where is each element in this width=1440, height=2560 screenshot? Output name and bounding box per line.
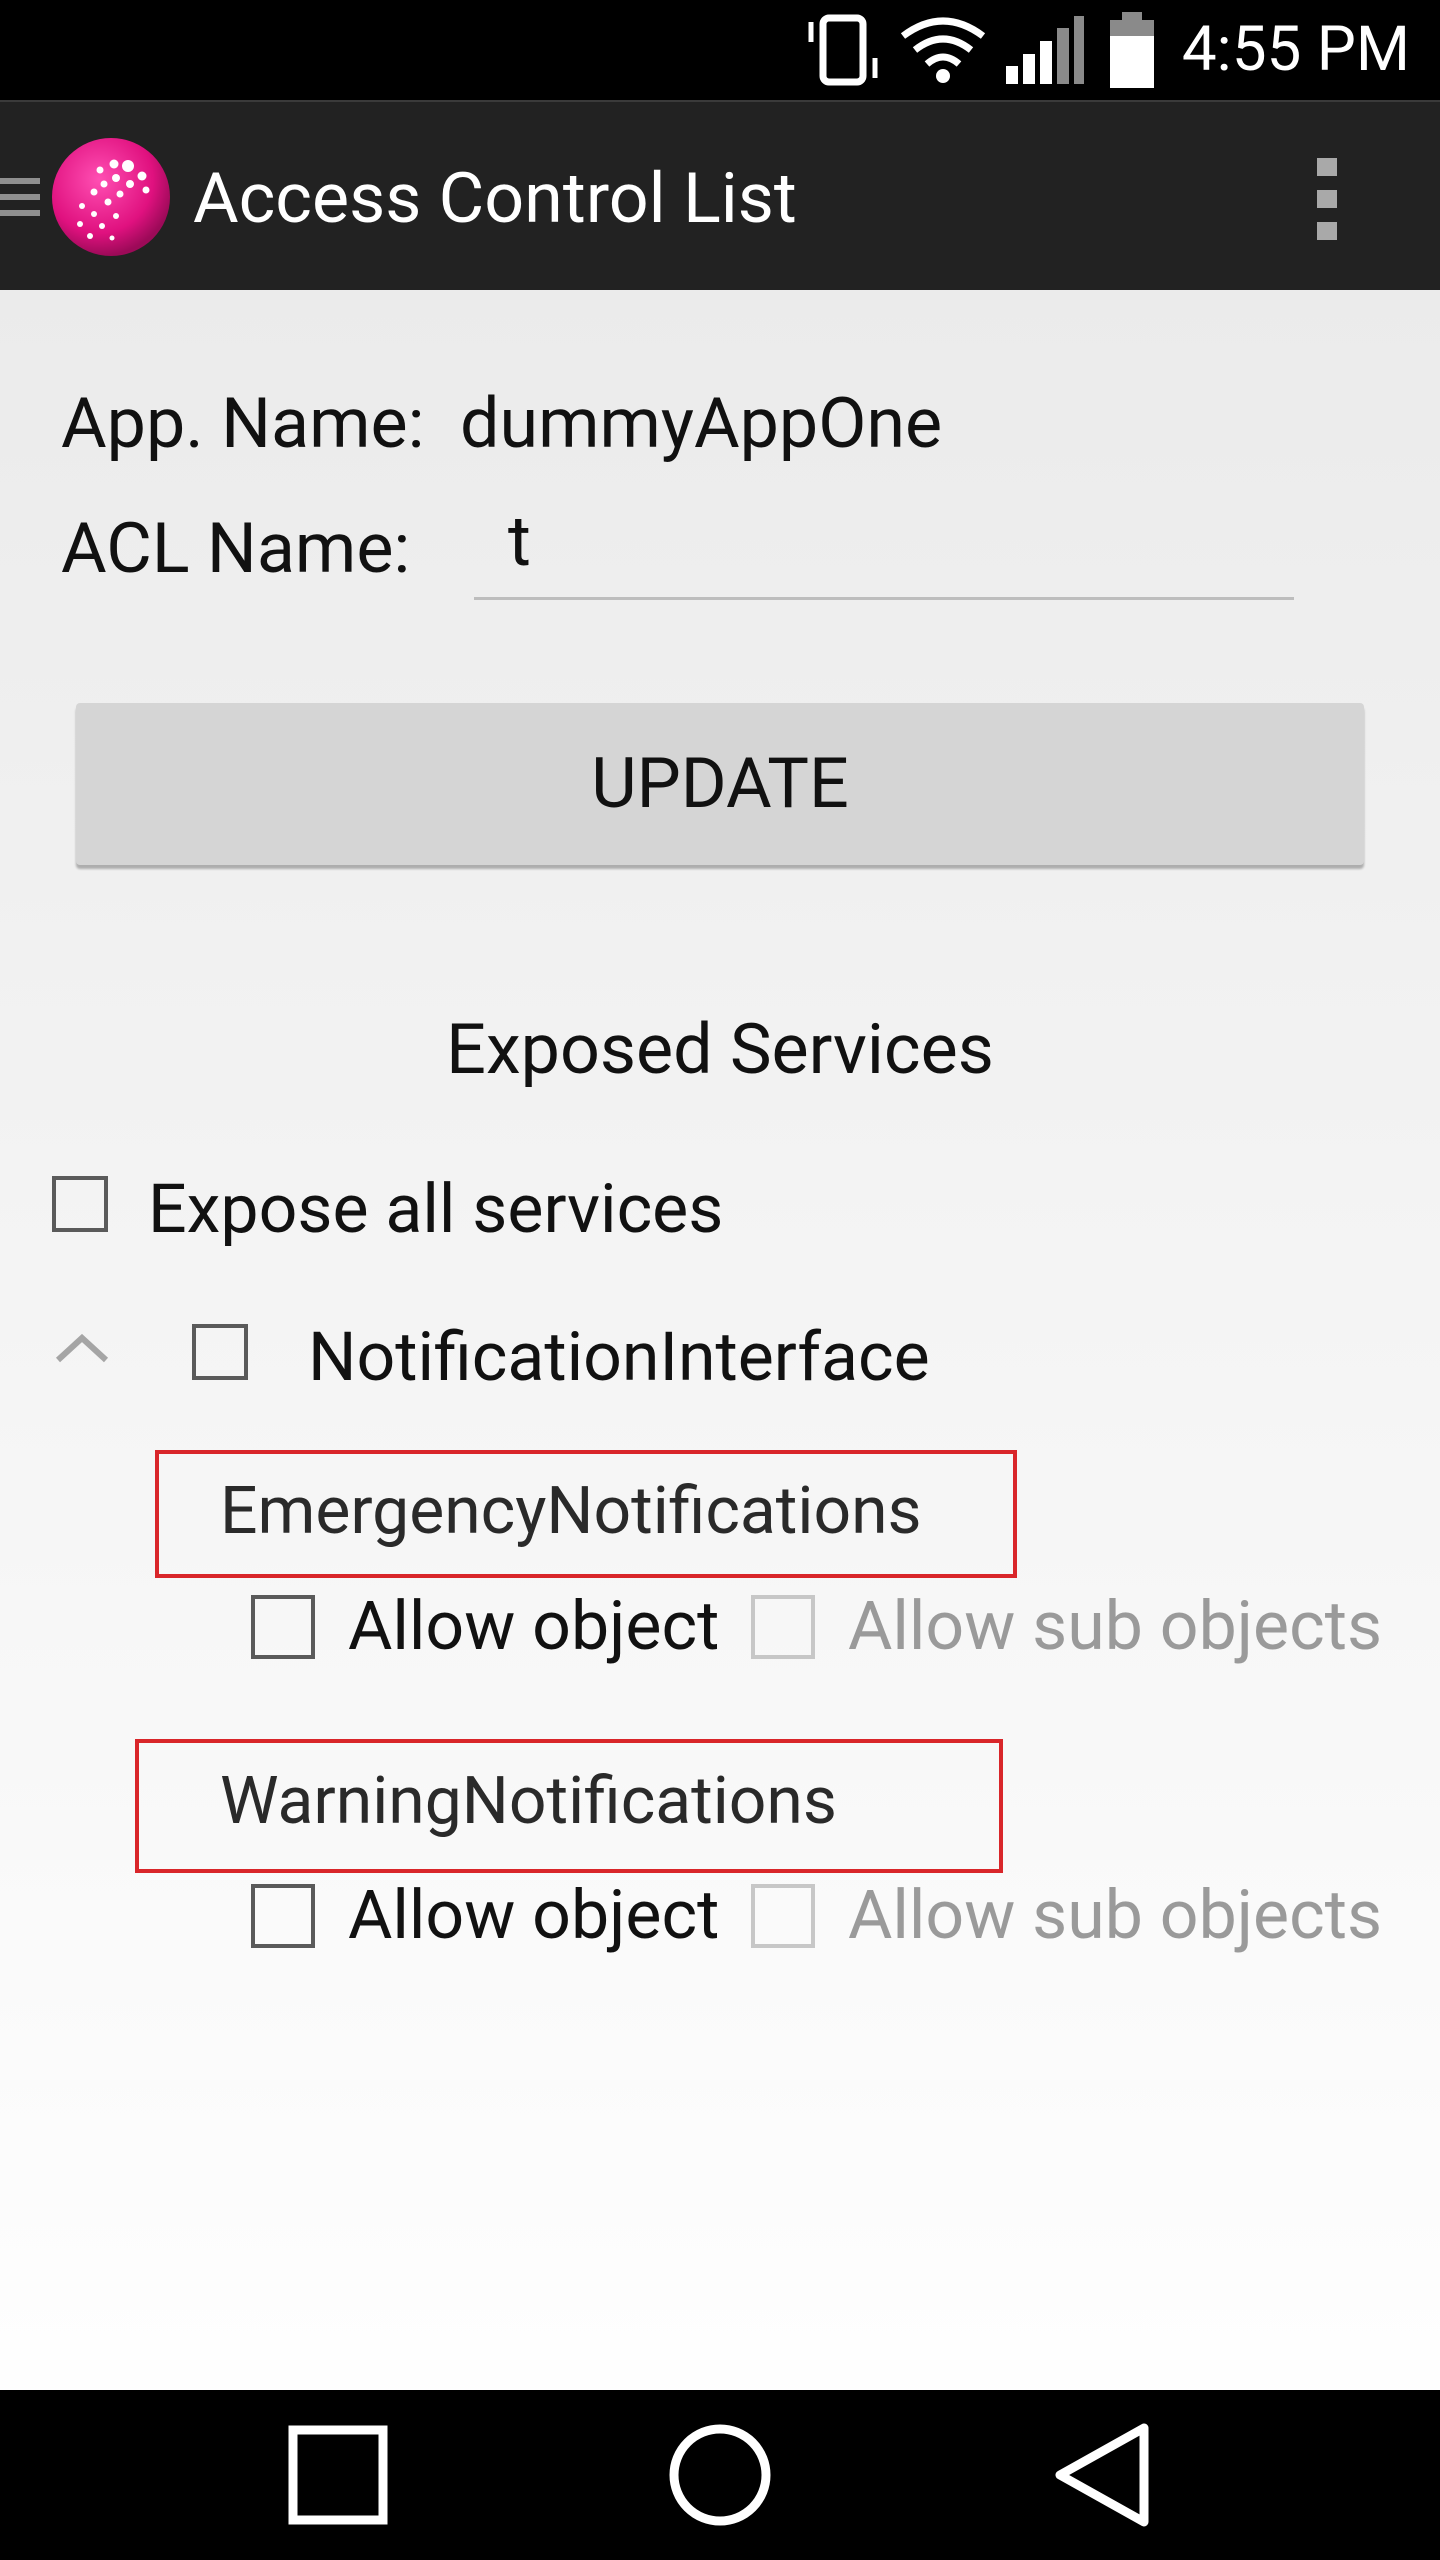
screen-title: Access Control List — [193, 158, 797, 240]
expose-all-checkbox[interactable] — [52, 1176, 108, 1232]
signal-icon — [1006, 16, 1084, 84]
navigation-bar — [0, 2390, 1440, 2560]
expose-all-label: Expose all services — [148, 1169, 724, 1249]
vibrate-icon — [808, 14, 878, 86]
allow-object-label: Allow object — [348, 1586, 720, 1666]
action-bar: Access Control List — [0, 100, 1440, 290]
exposed-services-title: Exposed Services — [446, 1009, 994, 1091]
acl-name-field[interactable]: t — [474, 490, 1294, 600]
acl-name-value: t — [508, 501, 531, 583]
chevron-up-icon[interactable] — [52, 1328, 112, 1368]
overflow-menu-icon[interactable] — [1312, 154, 1342, 244]
app-name-label: App. Name: — [61, 383, 425, 465]
interface-name: NotificationInterface — [308, 1317, 930, 1397]
battery-icon — [1110, 12, 1154, 88]
interface-checkbox[interactable] — [192, 1324, 248, 1380]
menu-icon[interactable] — [0, 174, 42, 220]
object-name-warning: WarningNotifications — [220, 1763, 837, 1840]
back-icon[interactable] — [1012, 2390, 1192, 2560]
allow-sub-objects-label: Allow sub objects — [848, 1875, 1383, 1955]
home-icon[interactable] — [630, 2390, 810, 2560]
allow-sub-objects-checkbox[interactable] — [751, 1884, 815, 1948]
acl-name-label: ACL Name: — [61, 508, 411, 590]
allow-object-label: Allow object — [348, 1875, 720, 1955]
allow-object-checkbox[interactable] — [251, 1884, 315, 1948]
allow-sub-objects-label: Allow sub objects — [848, 1586, 1383, 1666]
allow-object-checkbox[interactable] — [251, 1595, 315, 1659]
object-name-emergency: EmergencyNotifications — [220, 1473, 922, 1550]
allow-sub-objects-checkbox[interactable] — [751, 1595, 815, 1659]
app-logo-icon[interactable] — [50, 136, 172, 258]
status-bar: 4:55 PM — [0, 0, 1440, 100]
update-button[interactable]: UPDATE — [76, 703, 1364, 865]
content-area: App. Name: dummyAppOne ACL Name: t UPDAT… — [0, 290, 1440, 2390]
status-time: 4:55 PM — [1181, 13, 1410, 86]
wifi-icon — [900, 17, 986, 83]
app-name-value: dummyAppOne — [460, 383, 943, 465]
recents-icon[interactable] — [248, 2390, 428, 2560]
